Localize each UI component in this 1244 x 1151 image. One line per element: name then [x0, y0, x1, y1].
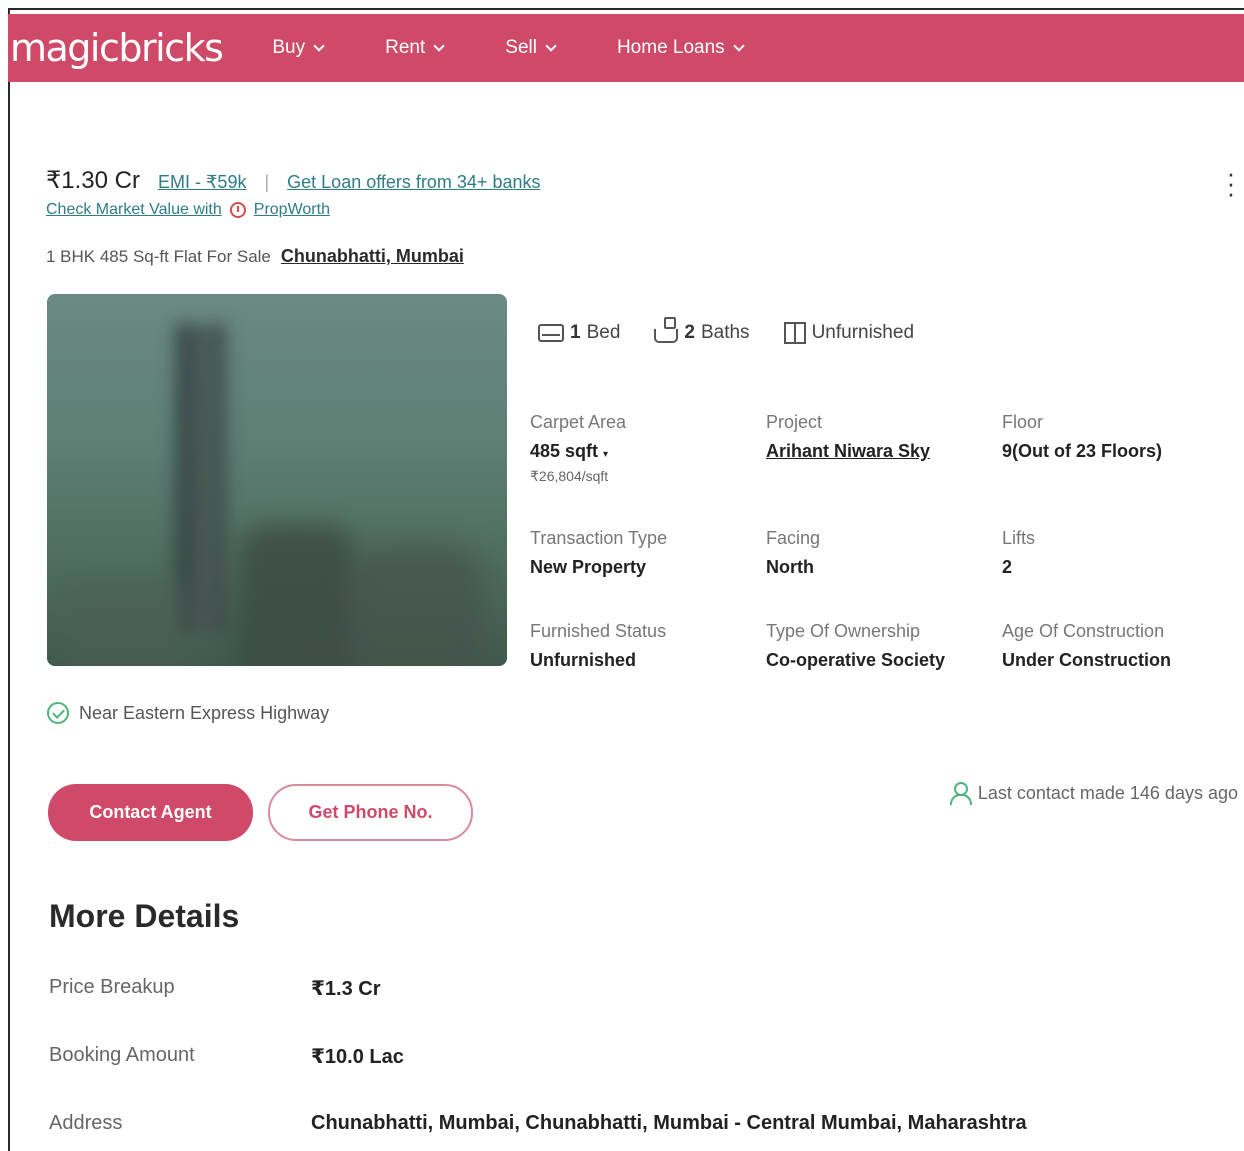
bed-icon [538, 324, 564, 342]
detail-label: Age Of Construction [1002, 621, 1165, 641]
emi-link[interactable]: EMI - ₹59k [158, 172, 246, 193]
listing-price: ₹1.30 Cr [46, 167, 140, 194]
md-label: Price Breakup [49, 976, 175, 998]
property-photo[interactable] [47, 294, 507, 666]
bath-label: Baths [700, 322, 750, 343]
detail-rate: ₹26,804/sqft [530, 468, 609, 484]
detail-label: Transaction Type [530, 528, 668, 548]
detail-transaction: Transaction Type New Property [530, 528, 667, 578]
detail-value: Under Construction [1002, 650, 1171, 670]
detail-label: Project [766, 412, 823, 432]
propworth-link[interactable]: PropWorth [254, 201, 330, 219]
feature-bed: 1 Bed [538, 322, 620, 344]
check-circle-icon [47, 702, 69, 724]
chevron-down-icon [433, 40, 445, 52]
md-value: Chunabhatti, Mumbai, Chunabhatti, Mumbai… [311, 1112, 1027, 1134]
detail-label: Furnished Status [530, 621, 667, 641]
bath-count: 2 [684, 322, 695, 343]
nav-home-loans-label: Home Loans [616, 37, 725, 58]
detail-ownership: Type Of Ownership Co-operative Society [766, 621, 945, 671]
detail-value: 9(Out of 23 Floors) [1002, 441, 1163, 461]
nav-home-loans[interactable]: Home Loans [616, 37, 745, 59]
get-phone-button[interactable]: Get Phone No. [268, 784, 473, 841]
more-options-icon[interactable]: · · · [1226, 160, 1236, 206]
detail-label: Floor [1002, 412, 1044, 432]
detail-label: Type Of Ownership [766, 621, 921, 641]
separator: | [264, 172, 270, 192]
carpet-area-value: 485 sqft [530, 441, 599, 461]
photo-building-shape [67, 584, 187, 666]
photo-building-shape [237, 524, 357, 666]
detail-facing: Facing North [766, 528, 820, 578]
top-nav-bar: magicbricks Buy Rent Sell Home Loans [8, 14, 1244, 82]
detail-value: Unfurnished [530, 650, 636, 670]
contact-agent-button[interactable]: Contact Agent [48, 784, 253, 841]
features-row: 1 Bed 2 Baths Unfurnished [538, 317, 915, 344]
md-row-booking-amount: Booking Amount ₹10.0 Lac [49, 1044, 404, 1069]
detail-value: 2 [1002, 557, 1013, 577]
md-value: ₹10.0 Lac [311, 1046, 404, 1068]
detail-value[interactable]: 485 sqft ▾ [530, 441, 626, 462]
nav-rent-label: Rent [385, 37, 426, 58]
price-row: ₹1.30 Cr EMI - ₹59k | Get Loan offers fr… [46, 166, 540, 195]
feature-furnishing: Unfurnished [783, 322, 915, 344]
bed-count: 1 [570, 322, 581, 343]
nav-buy-label: Buy [272, 37, 306, 58]
detail-label: Lifts [1002, 528, 1036, 548]
bed-label: Bed [586, 322, 621, 343]
detail-project: Project Arihant Niwara Sky [766, 412, 930, 462]
detail-value: North [766, 557, 814, 577]
chevron-down-icon: ▾ [603, 449, 609, 460]
last-contact-text: Last contact made 146 days ago [977, 782, 1238, 803]
detail-age: Age Of Construction Under Construction [1002, 621, 1171, 671]
chevron-down-icon [545, 40, 557, 52]
md-label: Address [49, 1112, 123, 1134]
furnishing-label: Unfurnished [811, 322, 915, 343]
check-market-value-link[interactable]: Check Market Value with [46, 201, 222, 219]
highlight-text: Near Eastern Express Highway [79, 702, 330, 723]
detail-lifts: Lifts 2 [1002, 528, 1035, 578]
highlight-row: Near Eastern Express Highway [47, 702, 329, 724]
project-link[interactable]: Arihant Niwara Sky [766, 441, 930, 462]
loan-offers-link[interactable]: Get Loan offers from 34+ banks [287, 172, 540, 193]
nav-buy[interactable]: Buy [272, 37, 325, 59]
md-label: Booking Amount [49, 1044, 195, 1066]
md-value: ₹1.3 Cr [311, 978, 381, 1000]
nav-sell-label: Sell [505, 37, 537, 58]
propworth-icon [229, 202, 246, 218]
photo-building-shape [347, 544, 487, 666]
detail-carpet-area: Carpet Area 485 sqft ▾ ₹26,804/sqft [530, 412, 626, 485]
nav-sell[interactable]: Sell [505, 37, 557, 59]
feature-bath: 2 Baths [654, 317, 750, 344]
chevron-down-icon [313, 40, 325, 52]
more-details-title: More Details [49, 898, 240, 934]
market-value-row: Check Market Value with PropWorth [46, 201, 330, 219]
user-icon [949, 782, 972, 805]
bathtub-icon [654, 317, 679, 343]
magicbricks-logo[interactable]: magicbricks [10, 26, 224, 70]
detail-value: Co-operative Society [766, 650, 946, 670]
wardrobe-icon [783, 322, 806, 344]
detail-label: Facing [766, 528, 821, 548]
listing-title-text: 1 BHK 485 Sq-ft Flat For Sale [46, 247, 271, 266]
detail-label: Carpet Area [530, 412, 627, 432]
detail-furnished-status: Furnished Status Unfurnished [530, 621, 666, 671]
chevron-down-icon [733, 40, 745, 52]
detail-floor: Floor 9(Out of 23 Floors) [1002, 412, 1162, 462]
nav-rent[interactable]: Rent [385, 37, 445, 59]
listing-location-link[interactable]: Chunabhatti, Mumbai [281, 246, 464, 267]
md-row-address: Address Chunabhatti, Mumbai, Chunabhatti… [49, 1112, 1027, 1135]
last-contact-info: Last contact made 146 days ago [949, 782, 1238, 805]
md-row-price-breakup: Price Breakup ₹1.3 Cr [49, 976, 381, 1001]
detail-value: New Property [530, 557, 647, 577]
listing-title: 1 BHK 485 Sq-ft Flat For Sale Chunabhatt… [46, 246, 464, 267]
